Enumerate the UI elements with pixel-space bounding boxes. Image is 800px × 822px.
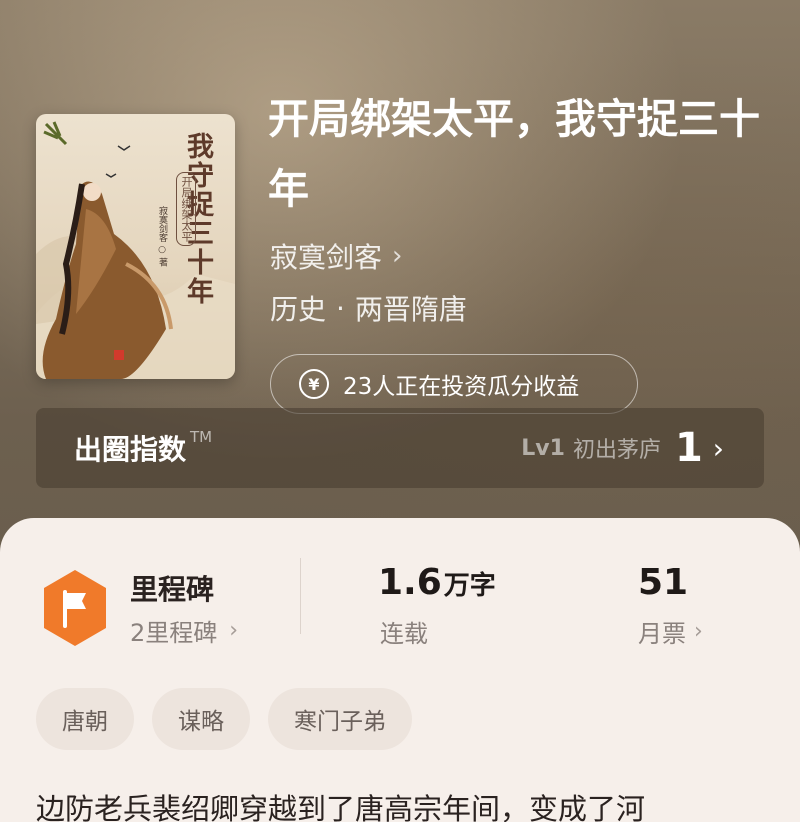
cover-author: 寂寞剑客 ○ 著 xyxy=(157,206,167,267)
invest-button[interactable]: ¥ 23人正在投资瓜分收益 xyxy=(270,354,638,414)
cover-subtitle: 开局绑架太平 xyxy=(176,172,196,246)
milestone-title: 里程碑 xyxy=(130,573,215,606)
invest-text: 23人正在投资瓜分收益 xyxy=(343,374,580,400)
word-count-value: 1.6 xyxy=(378,562,442,603)
chevron-right-icon: › xyxy=(712,431,724,465)
milestone-flag-icon xyxy=(44,570,106,646)
word-count-unit: 万字 xyxy=(443,571,496,601)
stats-divider xyxy=(300,558,301,634)
book-cover[interactable]: 我守捉三十年 开局绑架太平 寂寞剑客 ○ 著 xyxy=(36,114,235,379)
genre-row: 历史 · 两晋隋唐 xyxy=(270,288,467,328)
chevron-right-icon: › xyxy=(694,619,703,644)
level-name: 初出茅庐 xyxy=(572,438,661,463)
milestone-link[interactable]: 2里程碑 › xyxy=(130,613,238,648)
level-number: 1 xyxy=(674,425,703,471)
author-link[interactable]: 寂寞剑客 › xyxy=(270,236,402,276)
monthly-votes-label: 月票 xyxy=(638,620,686,648)
genre-subcategory: 两晋隋唐 xyxy=(354,293,467,326)
tag-chip[interactable]: 唐朝 xyxy=(36,688,134,750)
word-count-label: 连载 xyxy=(380,620,428,648)
chevron-right-icon: › xyxy=(392,241,403,271)
genre-category: 历史 xyxy=(270,293,327,326)
monthly-votes-value: 51 xyxy=(638,562,689,603)
trademark-mark: TM xyxy=(190,428,213,446)
circle-index-title: 出圈指数 xyxy=(74,433,187,466)
tag-list: 唐朝 谋略 寒门子弟 xyxy=(36,688,412,750)
monthly-votes-link[interactable]: 月票 › xyxy=(638,614,703,649)
book-info-panel: 里程碑 2里程碑 › 1.6万字 连载 51 月票 › 唐朝 谋略 寒门子弟 边… xyxy=(0,518,800,822)
genre-separator: · xyxy=(336,291,345,325)
yen-coin-icon: ¥ xyxy=(299,369,329,399)
level-badge: Lv1 xyxy=(521,435,565,461)
chevron-right-icon: › xyxy=(229,618,239,643)
author-name: 寂寞剑客 xyxy=(270,241,383,274)
word-count-stat: 1.6万字 xyxy=(378,562,496,603)
book-title: 开局绑架太平，我守捉三十年 xyxy=(268,95,760,213)
circle-index-bar[interactable]: 出圈指数 TM Lv1 初出茅庐 1 › xyxy=(36,408,764,488)
tag-chip[interactable]: 寒门子弟 xyxy=(268,688,412,750)
milestone-count: 2里程碑 xyxy=(130,619,218,647)
tag-chip[interactable]: 谋略 xyxy=(152,688,250,750)
book-description[interactable]: 边防老兵裴绍卿穿越到了唐高宗年间，变成了河 xyxy=(36,786,776,822)
